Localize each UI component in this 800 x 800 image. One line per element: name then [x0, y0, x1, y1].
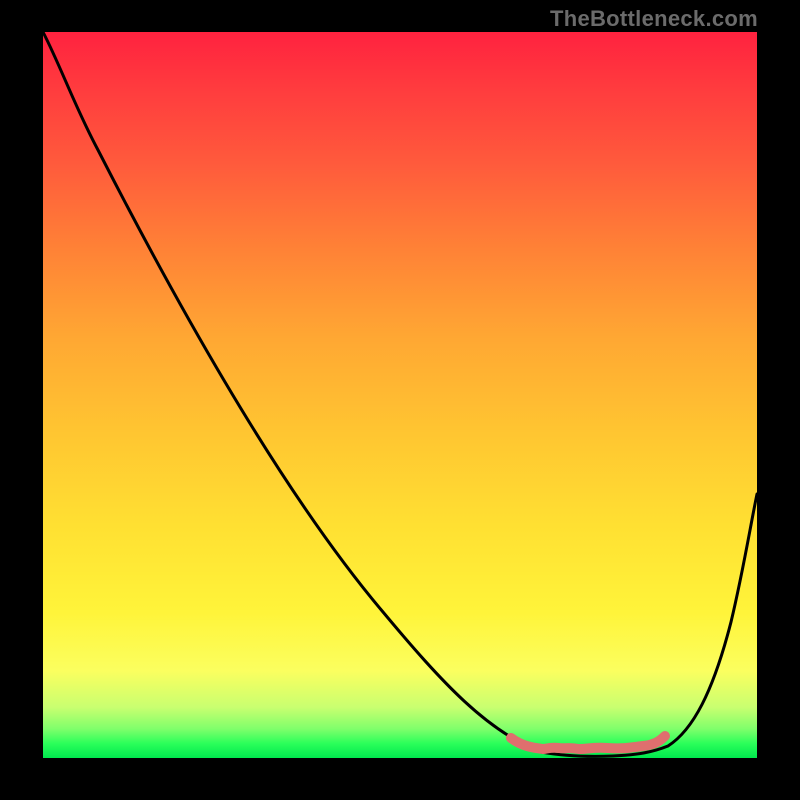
- main-curve: [43, 32, 757, 756]
- marker-band: [511, 736, 665, 749]
- chart-frame: TheBottleneck.com: [0, 0, 800, 800]
- chart-svg: [43, 32, 757, 758]
- watermark-text: TheBottleneck.com: [550, 6, 758, 32]
